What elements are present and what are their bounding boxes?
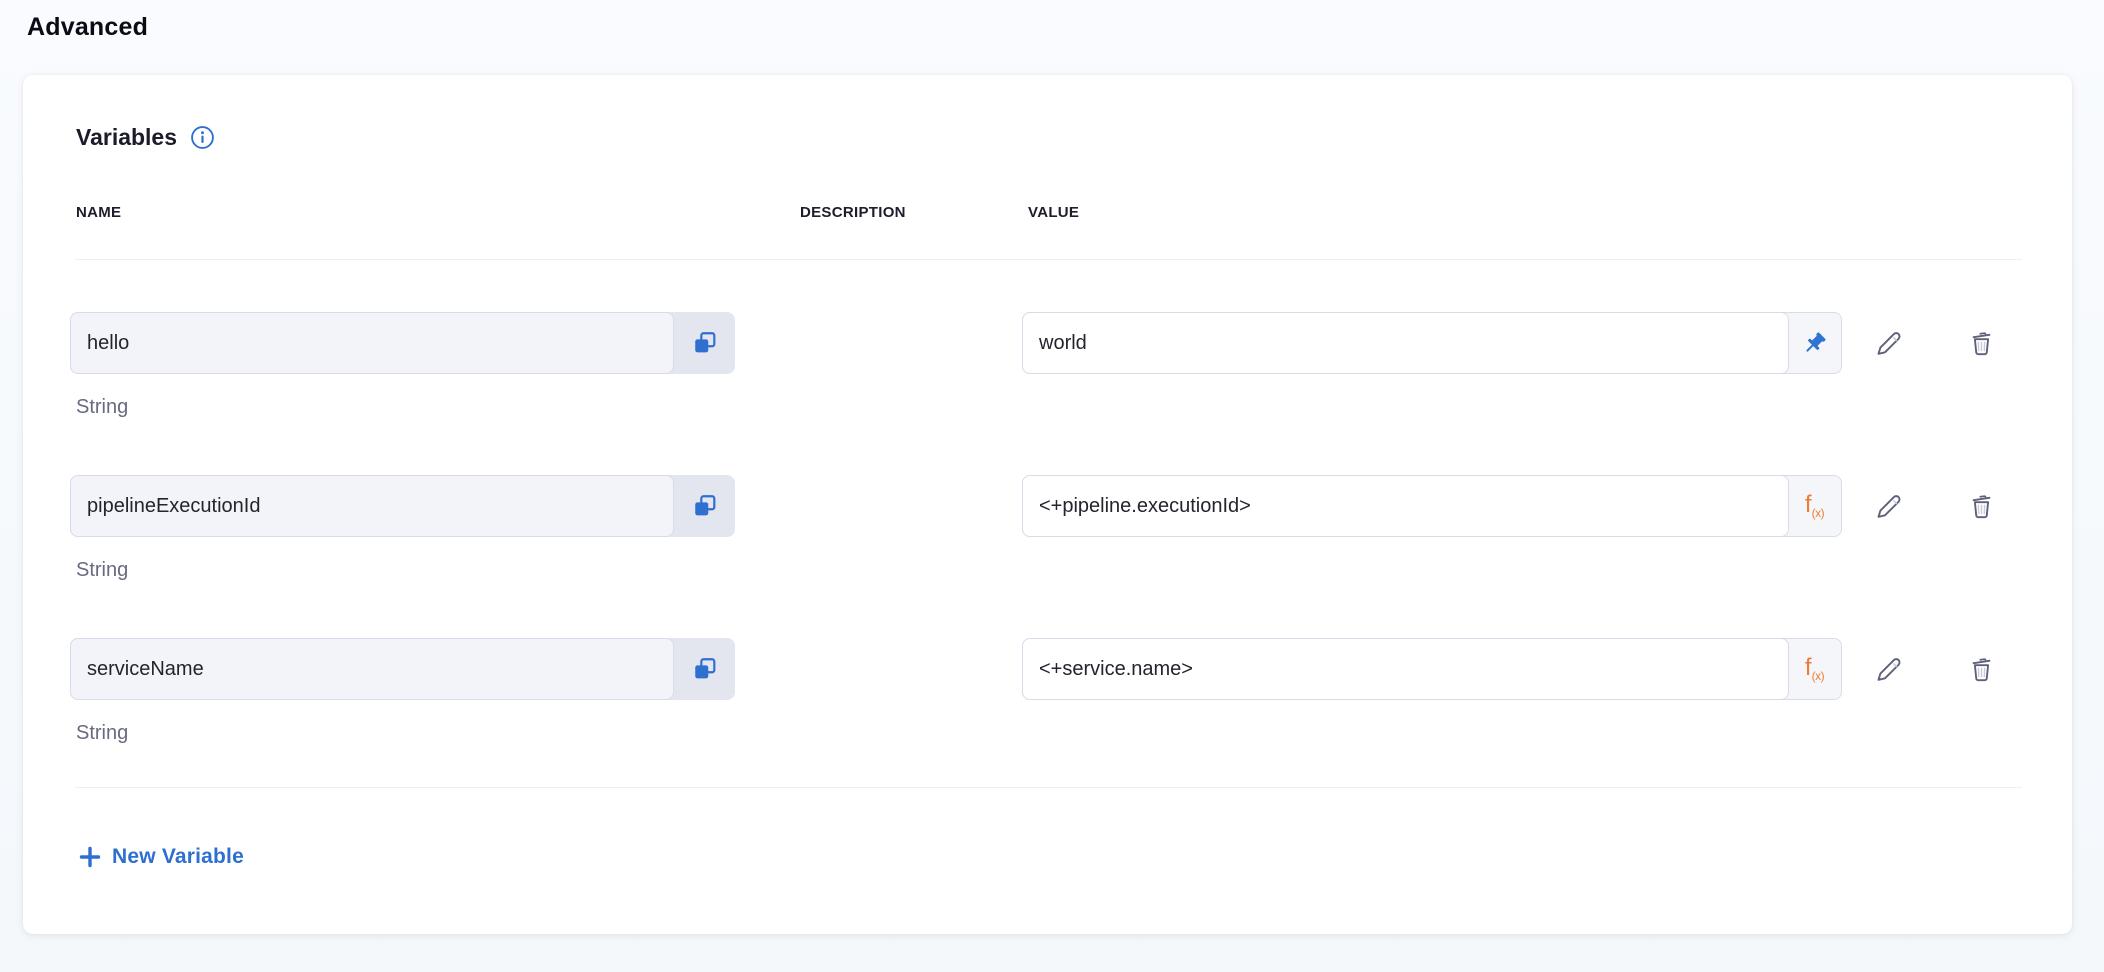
variable-name-field: [70, 638, 735, 700]
variable-type-label: String: [76, 722, 128, 745]
info-icon[interactable]: [190, 125, 215, 150]
column-header-name: NAME: [76, 204, 121, 221]
variable-value-field: [1022, 312, 1842, 374]
pencil-icon: [1873, 328, 1903, 358]
fx-icon: f(x): [1805, 493, 1824, 519]
delete-variable-button[interactable]: [1966, 328, 1996, 358]
variable-type-label: String: [76, 559, 128, 582]
variable-name-input[interactable]: [70, 475, 674, 537]
copy-button[interactable]: [674, 475, 735, 537]
variable-value-field: f(x): [1022, 638, 1842, 700]
new-variable-button[interactable]: New Variable: [73, 841, 250, 873]
delete-variable-button[interactable]: [1966, 654, 1996, 684]
trash-icon: [1966, 328, 1996, 358]
variable-row: String f(x): [23, 638, 2072, 788]
pencil-icon: [1873, 491, 1903, 521]
pin-icon: [1801, 330, 1828, 357]
column-header-description: DESCRIPTION: [800, 204, 906, 221]
copy-icon: [692, 656, 718, 682]
expression-button[interactable]: f(x): [1788, 476, 1841, 536]
fixed-value-button[interactable]: [1788, 313, 1841, 373]
variables-heading-label: Variables: [76, 124, 177, 151]
variables-heading: Variables: [76, 124, 215, 151]
variable-name-input[interactable]: [70, 312, 674, 374]
variables-panel: Variables NAME DESCRIPTION VALUE String: [23, 75, 2072, 934]
column-header-value: VALUE: [1028, 204, 1079, 221]
trash-icon: [1966, 491, 1996, 521]
copy-button[interactable]: [674, 638, 735, 700]
variable-row: String f(x): [23, 475, 2072, 625]
pencil-icon: [1873, 654, 1903, 684]
edit-variable-button[interactable]: [1873, 491, 1903, 521]
variable-name-field: [70, 312, 735, 374]
divider: [75, 787, 2022, 788]
copy-icon: [692, 493, 718, 519]
divider: [75, 259, 2022, 260]
copy-button[interactable]: [674, 312, 735, 374]
edit-variable-button[interactable]: [1873, 328, 1903, 358]
fx-icon: f(x): [1805, 656, 1824, 682]
variable-value-input[interactable]: [1022, 638, 1789, 700]
expression-button[interactable]: f(x): [1788, 639, 1841, 699]
variable-value-input[interactable]: [1022, 312, 1789, 374]
variable-name-input[interactable]: [70, 638, 674, 700]
page-title: Advanced: [27, 13, 148, 42]
variable-value-input[interactable]: [1022, 475, 1789, 537]
variable-value-field: f(x): [1022, 475, 1842, 537]
plus-icon: [79, 846, 101, 868]
copy-icon: [692, 330, 718, 356]
edit-variable-button[interactable]: [1873, 654, 1903, 684]
new-variable-label: New Variable: [112, 845, 244, 869]
variable-name-field: [70, 475, 735, 537]
delete-variable-button[interactable]: [1966, 491, 1996, 521]
variable-type-label: String: [76, 396, 128, 419]
trash-icon: [1966, 654, 1996, 684]
variable-row: String: [23, 312, 2072, 462]
